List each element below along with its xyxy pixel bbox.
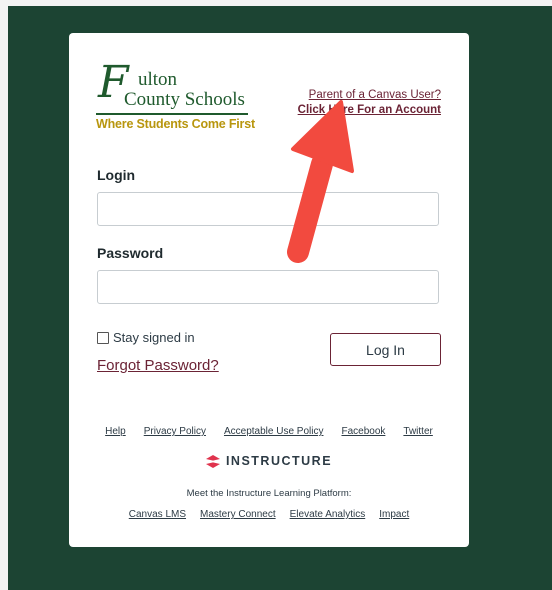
- platform-links: Canvas LMS Mastery Connect Elevate Analy…: [69, 509, 469, 520]
- footer-link-help[interactable]: Help: [105, 426, 126, 437]
- instructure-logo-icon: [205, 454, 220, 468]
- forgot-password-link[interactable]: Forgot Password?: [97, 357, 219, 374]
- footer-link-acceptable-use[interactable]: Acceptable Use Policy: [224, 426, 324, 437]
- login-input[interactable]: [97, 192, 439, 226]
- stay-signed-in-checkbox[interactable]: [97, 331, 109, 344]
- login-label: Login: [97, 167, 136, 183]
- instructure-brand[interactable]: INSTRUCTURE: [69, 454, 469, 468]
- logo-tagline: Where Students Come First: [96, 117, 255, 131]
- stay-signed-in-label[interactable]: Stay signed in: [113, 330, 195, 345]
- footer-links: Help Privacy Policy Acceptable Use Polic…: [69, 426, 469, 437]
- login-card: F ulton County Schools Where Students Co…: [69, 33, 469, 547]
- platform-link-mastery[interactable]: Mastery Connect: [200, 509, 276, 520]
- logo-line2: County Schools: [124, 89, 245, 110]
- instructure-wordmark: INSTRUCTURE: [225, 454, 333, 468]
- create-account-link[interactable]: Click Here For an Account: [298, 103, 441, 118]
- parent-canvas-user-link[interactable]: Parent of a Canvas User?: [309, 88, 441, 103]
- school-logo: F ulton County Schools Where Students Co…: [96, 61, 255, 141]
- platform-intro-text: Meet the Instructure Learning Platform:: [186, 488, 352, 499]
- stay-signed-in-row: Stay signed in: [97, 330, 195, 345]
- log-in-button[interactable]: Log In: [330, 333, 441, 366]
- logo-line1: ulton: [138, 69, 178, 90]
- password-label: Password: [97, 245, 164, 261]
- footer-link-twitter[interactable]: Twitter: [403, 426, 432, 437]
- password-input[interactable]: [97, 270, 439, 304]
- platform-link-elevate[interactable]: Elevate Analytics: [290, 509, 366, 520]
- platform-link-impact[interactable]: Impact: [379, 509, 409, 520]
- footer-link-facebook[interactable]: Facebook: [341, 426, 385, 437]
- platform-link-canvas[interactable]: Canvas LMS: [129, 509, 186, 520]
- footer-link-privacy[interactable]: Privacy Policy: [144, 426, 206, 437]
- logo-rule: [96, 113, 248, 115]
